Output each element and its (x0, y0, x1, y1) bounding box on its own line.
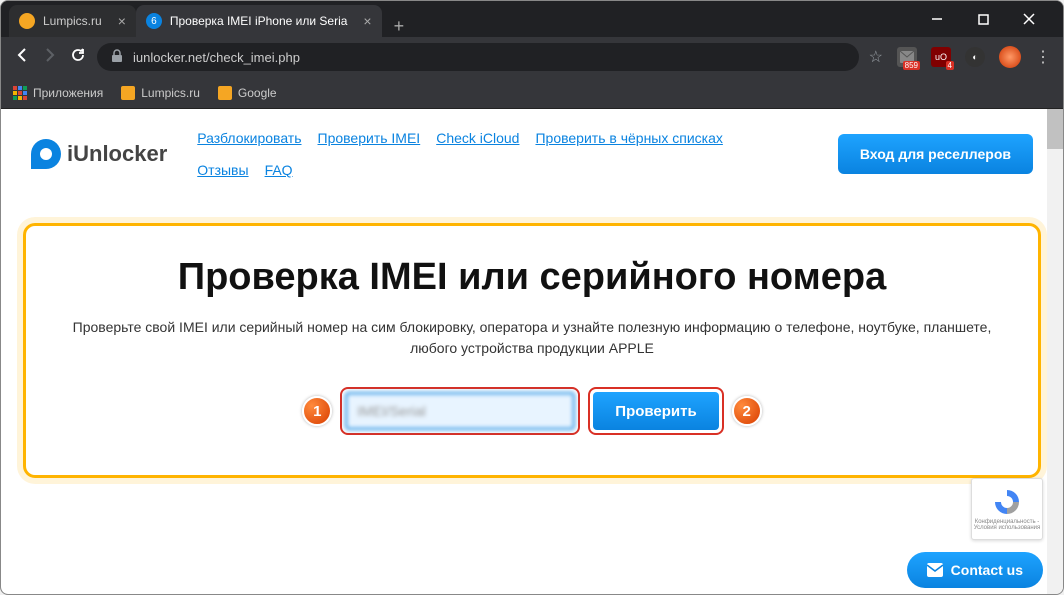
lock-icon (111, 49, 123, 66)
extension-generic[interactable]: ◐ (965, 47, 985, 67)
apps-button[interactable]: Приложения (13, 86, 103, 100)
logo-text: iUnlocker (67, 141, 167, 167)
hero-title: Проверка IMEI или серийного номера (66, 256, 998, 299)
imei-input[interactable] (345, 392, 575, 430)
profile-avatar[interactable] (999, 46, 1021, 68)
favicon-iunlocker: 6 (146, 13, 162, 29)
recaptcha-badge[interactable]: Конфиденциальность -Условия использовани… (971, 478, 1043, 540)
annotation-marker-2: 2 (732, 396, 762, 426)
input-highlight (340, 387, 580, 435)
scroll-thumb[interactable] (1047, 109, 1063, 149)
maximize-button[interactable] (969, 5, 997, 33)
forward-button[interactable] (41, 46, 59, 69)
tab-title: Проверка IMEI iPhone или Seria (170, 14, 348, 28)
browser-toolbar: iunlocker.net/check_imei.php ☆ 859 uO4 ◐… (1, 37, 1063, 77)
check-button[interactable]: Проверить (593, 392, 718, 430)
apps-icon (13, 86, 27, 100)
url-text: iunlocker.net/check_imei.php (133, 50, 300, 65)
tab-iunlocker[interactable]: 6 Проверка IMEI iPhone или Seria × (136, 5, 382, 37)
nav-unlock[interactable]: Разблокировать (197, 130, 301, 146)
browser-window: Lumpics.ru × 6 Проверка IMEI iPhone или … (0, 0, 1064, 595)
address-bar[interactable]: iunlocker.net/check_imei.php (97, 43, 859, 71)
new-tab-button[interactable]: + (382, 16, 417, 37)
folder-icon (218, 86, 232, 100)
close-icon[interactable]: × (118, 13, 126, 29)
hero-section: Проверка IMEI или серийного номера Прове… (1, 199, 1063, 478)
reload-button[interactable] (69, 46, 87, 69)
recaptcha-text: Конфиденциальность -Условия использовани… (974, 519, 1041, 531)
site-header: iUnlocker Разблокировать Проверить IMEI … (1, 109, 1063, 199)
minimize-button[interactable] (923, 5, 951, 33)
envelope-icon (927, 563, 943, 577)
star-icon[interactable]: ☆ (869, 47, 883, 67)
tab-title: Lumpics.ru (43, 14, 102, 28)
nav-reviews[interactable]: Отзывы (197, 162, 248, 178)
window-controls (923, 5, 1055, 33)
extension-ublock[interactable]: uO4 (931, 47, 951, 67)
bookmarks-bar: Приложения Lumpics.ru Google (1, 77, 1063, 109)
folder-icon (121, 86, 135, 100)
close-button[interactable] (1015, 5, 1043, 33)
recaptcha-icon (992, 487, 1022, 517)
nav-check-imei[interactable]: Проверить IMEI (318, 130, 421, 146)
nav-faq[interactable]: FAQ (265, 162, 293, 178)
hero-box: Проверка IMEI или серийного номера Прове… (23, 223, 1041, 478)
vertical-scrollbar[interactable] (1047, 109, 1063, 594)
back-button[interactable] (13, 46, 31, 69)
page-content: iUnlocker Разблокировать Проверить IMEI … (1, 109, 1063, 594)
imei-form: 1 Проверить 2 (66, 387, 998, 435)
site-nav: Разблокировать Проверить IMEI Check iClo… (197, 130, 757, 178)
logo-icon (31, 139, 61, 169)
bookmark-google[interactable]: Google (218, 86, 277, 100)
extension-inbox[interactable]: 859 (897, 47, 917, 67)
hero-subtitle: Проверьте свой IMEI или серийный номер н… (66, 317, 998, 359)
favicon-lumpics (19, 13, 35, 29)
site-logo[interactable]: iUnlocker (31, 139, 167, 169)
reseller-login-button[interactable]: Вход для реселлеров (838, 134, 1033, 174)
contact-us-button[interactable]: Contact us (907, 552, 1043, 588)
menu-icon[interactable]: ⋮ (1035, 47, 1051, 67)
annotation-marker-1: 1 (302, 396, 332, 426)
bookmark-lumpics[interactable]: Lumpics.ru (121, 86, 200, 100)
tab-lumpics[interactable]: Lumpics.ru × (9, 5, 136, 37)
close-icon[interactable]: × (363, 13, 371, 29)
button-highlight: Проверить (588, 387, 723, 435)
nav-check-icloud[interactable]: Check iCloud (436, 130, 519, 146)
tab-strip: Lumpics.ru × 6 Проверка IMEI iPhone или … (1, 1, 1063, 37)
nav-blacklist[interactable]: Проверить в чёрных списках (535, 130, 722, 146)
toolbar-actions: ☆ 859 uO4 ◐ ⋮ (869, 46, 1051, 68)
